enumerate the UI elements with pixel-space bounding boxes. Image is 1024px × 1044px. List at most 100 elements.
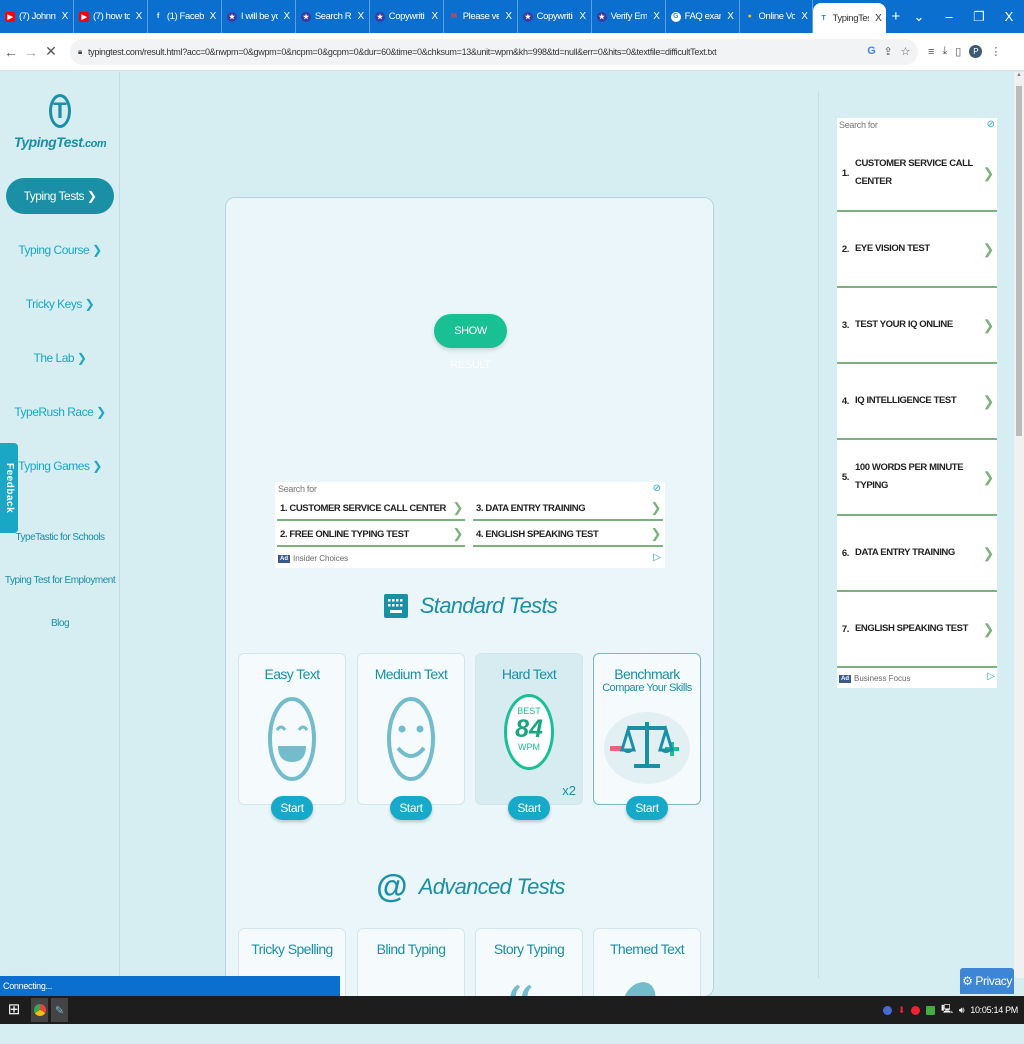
test-card-hard[interactable]: Hard Text BEST 84 WPM x2 Start (475, 653, 583, 820)
test-card-benchmark[interactable]: Benchmark Compare Your Skills Start (593, 653, 701, 820)
tray-app-icon[interactable] (882, 1005, 892, 1015)
browser-tab[interactable]: MPlease verifyX (444, 0, 518, 33)
ad-link[interactable]: 6. DATA ENTRY TRAINING ❯ (837, 516, 997, 592)
scrollbar-thumb[interactable] (1016, 86, 1022, 436)
test-card-medium[interactable]: Medium Text Start (357, 653, 465, 820)
logo[interactable]: T TypingTest.com (0, 94, 120, 150)
stop-loading-icon[interactable]: ✕ (42, 43, 60, 60)
browser-tab[interactable]: ★Search RequX (296, 0, 370, 33)
new-tab-button[interactable]: + (886, 0, 904, 33)
ad-link[interactable]: 5. 100 WORDS PER MINUTE TYPING ❯ (837, 440, 997, 516)
tray-download-icon[interactable]: ⬇ (898, 1005, 906, 1016)
sidebar-item-typerush-race[interactable]: TypeRush Race ❯ (6, 394, 114, 430)
ad-link[interactable]: 7. ENGLISH SPEAKING TEST ❯ (837, 592, 997, 668)
start-button[interactable]: Start (626, 796, 668, 820)
google-icon: G (670, 11, 681, 22)
browser-tab[interactable]: f(1) FacebookX (148, 0, 222, 33)
gmail-icon: M (451, 13, 457, 20)
start-button[interactable]: Start (271, 796, 313, 820)
close-tab-icon[interactable]: X (875, 13, 882, 24)
side-panel-icon[interactable]: ▯ (955, 45, 961, 58)
ad-sponsor[interactable]: Business Focus (854, 674, 910, 683)
download-icon[interactable]: ⤓ (942, 45, 947, 58)
paint-taskbar-icon[interactable]: ✎ (51, 998, 68, 1022)
sidebar-item-typing-tests[interactable]: Typing Tests ❯ (6, 178, 114, 214)
close-tab-icon[interactable]: X (62, 11, 69, 22)
ad-link[interactable]: 4. IQ INTELLIGENCE TEST ❯ (837, 364, 997, 440)
tray-app-icon[interactable] (926, 1005, 936, 1015)
tab-search-icon[interactable]: ⌄ (904, 9, 934, 25)
sidebar-link-blog[interactable]: Blog (0, 618, 120, 629)
network-icon[interactable]: 🖳︎ (941, 1002, 953, 1018)
close-tab-icon[interactable]: X (505, 11, 512, 22)
reading-list-icon[interactable]: ≡ (928, 46, 934, 58)
windows-start-icon[interactable]: ⊞ (0, 996, 28, 1024)
close-tab-icon[interactable]: X (801, 11, 808, 22)
forward-icon[interactable]: → (22, 44, 40, 60)
profile-avatar[interactable]: P (969, 45, 983, 58)
menu-kebab-icon[interactable]: ⋮ (990, 45, 1001, 58)
close-tab-icon[interactable]: X (136, 11, 143, 22)
close-window-button[interactable]: X (994, 9, 1024, 24)
google-translate-icon[interactable]: G (867, 45, 876, 58)
sidebar-item-typing-course[interactable]: Typing Course ❯ (6, 232, 114, 268)
ad-link[interactable]: 2. FREE ONLINE TYPING TEST ❯ (277, 523, 465, 547)
browser-tab[interactable]: ★CopywritingX (518, 0, 592, 33)
ad-link[interactable]: 3. TEST YOUR IQ ONLINE ❯ (837, 288, 997, 364)
browser-tab[interactable]: ★Verify EmailX (592, 0, 666, 33)
browser-tab[interactable]: ★I will be yourX (222, 0, 296, 33)
scroll-up-arrow-icon[interactable]: ▲ (1014, 72, 1024, 82)
ad-choices-icon[interactable]: ⊘ (987, 119, 995, 130)
ad-link[interactable]: 4. ENGLISH SPEAKING TEST ❯ (473, 523, 663, 547)
browser-tab-active[interactable]: TTypingTest.cX (813, 3, 887, 33)
minimize-button[interactable]: – (934, 9, 964, 24)
ad-link[interactable]: 1. CUSTOMER SERVICE CALL CENTER ❯ (837, 136, 997, 212)
ad-play-icon[interactable]: ▷ (653, 552, 661, 563)
chevron-right-icon: ❯ (982, 392, 995, 409)
share-icon[interactable]: ⇪ (884, 45, 893, 58)
browser-tab[interactable]: ★CopywritingX (370, 0, 444, 33)
volume-icon[interactable]: 🔊︎ (959, 1005, 965, 1016)
ad-link[interactable]: 1. CUSTOMER SERVICE CALL CENTER ❯ (277, 497, 465, 521)
page-content: T TypingTest.com Typing Tests ❯ Typing C… (0, 72, 1024, 1039)
chevron-right-icon: ❯ (650, 526, 662, 541)
bookmark-star-icon[interactable]: ☆ (900, 45, 910, 58)
show-result-button[interactable]: SHOW RESULT (434, 314, 507, 371)
ad-link[interactable]: 3. DATA ENTRY TRAINING ❯ (473, 497, 663, 521)
feedback-tab[interactable]: Feedback (0, 443, 18, 533)
close-tab-icon[interactable]: X (727, 11, 734, 22)
close-tab-icon[interactable]: X (653, 11, 660, 22)
sidebar-link-typetastic[interactable]: TypeTastic for Schools (0, 532, 120, 543)
ad-link[interactable]: 2. EYE VISION TEST ❯ (837, 212, 997, 288)
close-tab-icon[interactable]: X (357, 11, 364, 22)
side-ad: Search for ⊘ 1. CUSTOMER SERVICE CALL CEN… (837, 118, 997, 688)
chrome-taskbar-icon[interactable] (31, 998, 48, 1022)
close-tab-icon[interactable]: X (579, 11, 586, 22)
chevron-right-icon: ❯ (452, 526, 464, 541)
clock[interactable]: 10:05:14 PM (970, 1005, 1018, 1015)
browser-tab[interactable]: ▶(7) Johnny CX (0, 0, 74, 33)
sidebar-link-employment[interactable]: Typing Test for Employment (0, 575, 120, 586)
url-field[interactable]: 🔒︎ typingtest.com/result.html?acc=0&nwpm… (70, 38, 918, 65)
page-scrollbar[interactable]: ▲ (1014, 72, 1024, 978)
ad-choices-icon[interactable]: ⊘ (653, 483, 661, 494)
close-tab-icon[interactable]: X (210, 11, 217, 22)
sidebar-item-tricky-keys[interactable]: Tricky Keys ❯ (6, 286, 114, 322)
close-tab-icon[interactable]: X (431, 11, 438, 22)
browser-tab[interactable]: ●Online VoiceX (740, 0, 814, 33)
start-button[interactable]: Start (508, 796, 550, 820)
restore-button[interactable]: ❐ (964, 9, 994, 25)
test-card-easy[interactable]: Easy Text Start (238, 653, 346, 820)
privacy-button[interactable]: ⚙ Privacy (960, 968, 1014, 994)
start-button[interactable]: Start (390, 796, 432, 820)
browser-tab[interactable]: ▶(7) how to pX (74, 0, 148, 33)
ad-play-icon[interactable]: ▷ (987, 671, 995, 682)
ad-sponsor[interactable]: Insider Choices (293, 554, 348, 563)
back-icon[interactable]: ← (2, 44, 20, 60)
close-tab-icon[interactable]: X (284, 11, 291, 22)
ad-search-for-label: Search for (278, 484, 317, 494)
sidebar-item-the-lab[interactable]: The Lab ❯ (6, 340, 114, 376)
browser-tab[interactable]: GFAQ exampleX (666, 0, 740, 33)
tray-app-icon[interactable] (911, 1005, 921, 1015)
sidebar-item-typing-games[interactable]: Typing Games ❯ (6, 448, 114, 484)
